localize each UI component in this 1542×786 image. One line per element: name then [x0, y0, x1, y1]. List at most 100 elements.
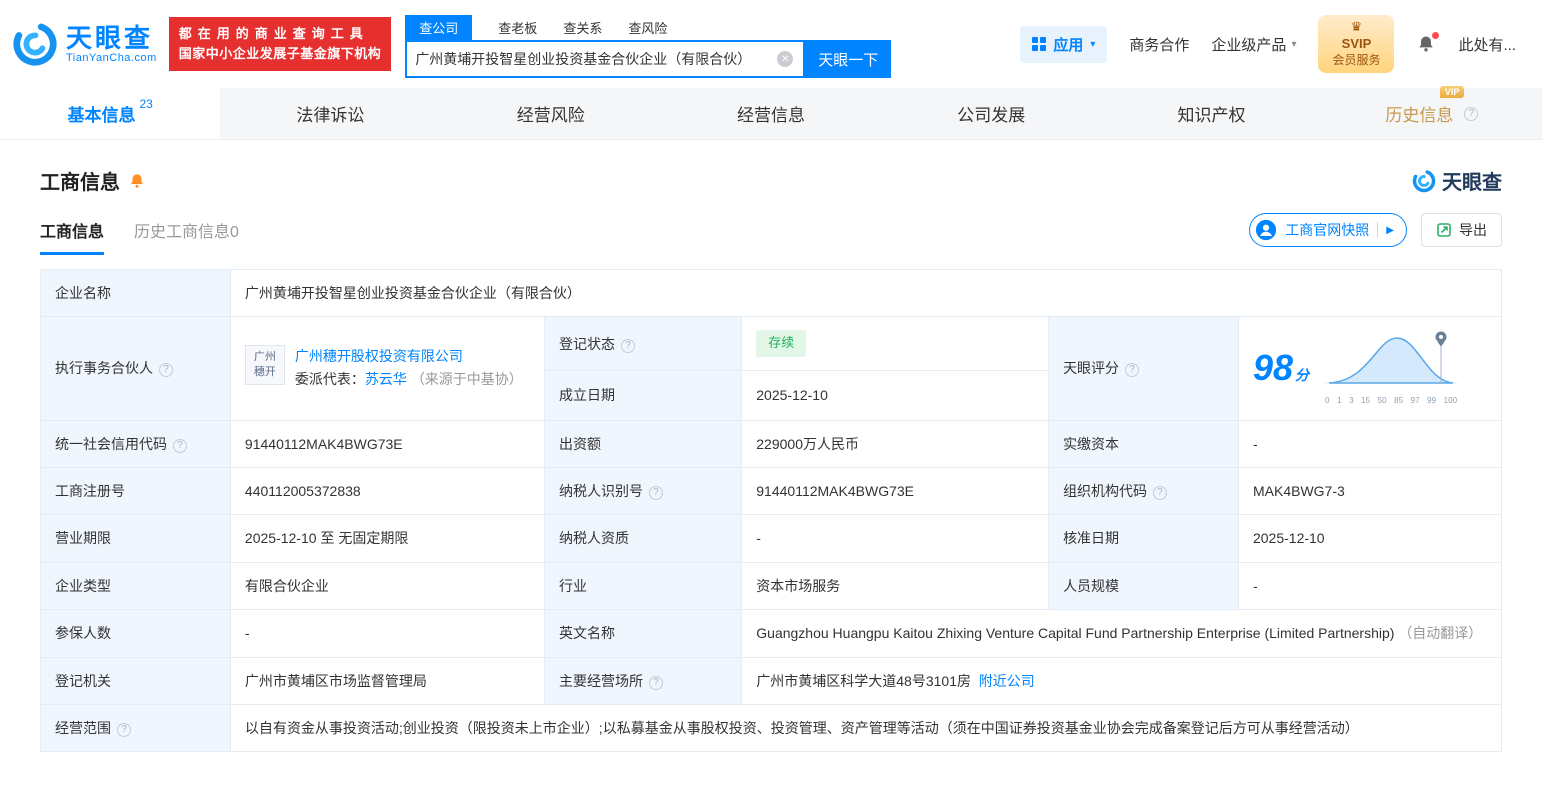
value-registration-status: 存续	[741, 316, 1050, 372]
value-executive-partner: 广州 穗开 广州穗开股权投资有限公司 委派代表：苏云华 （来源于中基协）	[229, 316, 546, 421]
representative-link[interactable]: 苏云华	[365, 371, 407, 387]
search-tab-boss[interactable]: 查老板	[498, 18, 537, 37]
tab-business-info[interactable]: 经营信息	[661, 88, 881, 139]
chevron-down-icon: ▾	[1291, 38, 1297, 50]
label-industry: 行业	[544, 561, 743, 611]
value-insured-count: -	[229, 609, 546, 658]
value-business-scope: 以自有资金从事投资活动;创业投资（限投资未上市企业）;以私募基金从事股权投资、投…	[229, 703, 1503, 753]
logo-swirl-icon	[1412, 169, 1436, 192]
value-business-address: 广州市黄埔区科学大道48号3101房 附近公司	[741, 656, 1502, 705]
enterprise-products-menu[interactable]: 企业级产品 ▾	[1211, 34, 1296, 55]
notification-dot	[1432, 32, 1440, 39]
label-staff-size: 人员规模	[1048, 561, 1239, 611]
search-input[interactable]	[407, 51, 778, 67]
search-tab-company[interactable]: 查公司	[405, 14, 473, 40]
subtab-business-registration[interactable]: 工商信息	[40, 218, 105, 255]
rep-source-note: （来源于中基协）	[410, 371, 523, 388]
value-establish-date: 2025-12-10	[741, 370, 1050, 421]
label-approval-date: 核准日期	[1048, 514, 1239, 563]
label-business-address: 主要经营场所?	[544, 656, 743, 705]
export-button[interactable]: 导出	[1421, 213, 1502, 247]
chevron-down-icon: ▾	[1090, 38, 1096, 50]
score-axis-labels: 01 3 15 50 85 97 99 100	[1325, 395, 1458, 405]
help-icon[interactable]: ?	[649, 485, 664, 500]
main-content: 工商信息 天眼查 工商信息 历史工商信息0 工商官网快照 ▶ 导出 企业名称 广…	[0, 166, 1542, 753]
logo-swirl-icon	[13, 22, 57, 66]
subscribe-bell-icon[interactable]	[128, 172, 146, 190]
label-taxpayer-qualification: 纳税人资质	[544, 514, 743, 563]
search-button[interactable]: 天眼一下	[805, 40, 892, 78]
help-icon[interactable]: ?	[1153, 485, 1168, 500]
help-icon[interactable]: ?	[1464, 106, 1479, 121]
value-paid-capital: -	[1237, 419, 1503, 468]
apps-menu[interactable]: 应用 ▾	[1020, 25, 1108, 63]
help-icon[interactable]: ?	[173, 438, 187, 453]
tab-company-development[interactable]: 公司发展	[881, 88, 1101, 139]
label-business-scope: 经营范围?	[40, 703, 231, 753]
table-row: 统一社会信用代码? 91440112MAK4BWG73E 出资额 229000万…	[40, 419, 1503, 468]
value-org-code: MAK4BWG7-3	[1237, 466, 1503, 516]
status-badge: 存续	[756, 330, 807, 358]
tab-legal-proceedings[interactable]: 法律诉讼	[220, 88, 440, 139]
value-taxpayer-qualification: -	[741, 514, 1050, 563]
nearby-companies-link[interactable]: 附近公司	[979, 673, 1035, 689]
notification-bell-icon[interactable]	[1416, 32, 1440, 54]
partner-company-link[interactable]: 广州穗开股权投资有限公司	[295, 348, 463, 364]
help-icon[interactable]: ?	[159, 363, 173, 378]
search-tab-risk[interactable]: 查风险	[628, 18, 667, 37]
label-taxpayer-id: 纳税人识别号?	[544, 466, 743, 516]
arrow-right-icon: ▶	[1377, 222, 1394, 238]
auto-translate-note: （自动翻译）	[1398, 625, 1483, 642]
search-tabs: 查公司 查老板 查关系 查风险	[405, 14, 891, 40]
value-company-type: 有限合伙企业	[229, 561, 546, 611]
business-info-table: 企业名称 广州黄埔开投智星创业投资基金合伙企业（有限合伙） 执行事务合伙人? 广…	[40, 268, 1503, 753]
value-taxpayer-id: 91440112MAK4BWG73E	[741, 466, 1050, 516]
label-org-code: 组织机构代码?	[1048, 466, 1239, 516]
value-capital: 229000万人民币	[741, 419, 1050, 468]
person-icon	[1256, 219, 1277, 241]
value-industry: 资本市场服务	[741, 561, 1050, 611]
business-cooperation-link[interactable]: 商务合作	[1129, 34, 1189, 55]
label-credit-code: 统一社会信用代码?	[40, 419, 231, 468]
help-icon[interactable]: ?	[1125, 363, 1140, 378]
label-english-name: 英文名称	[544, 609, 743, 658]
tianyancha-logo[interactable]: 天眼查 TianYanCha.com	[12, 21, 157, 67]
table-row: 企业类型 有限合伙企业 行业 资本市场服务 人员规模 -	[40, 561, 1503, 611]
value-business-term: 2025-12-10 至 无固定期限	[229, 514, 546, 563]
user-account[interactable]: 此处有...	[1458, 34, 1516, 55]
value-registration-number: 440112005372838	[229, 466, 546, 516]
partner-logo: 广州 穗开	[244, 344, 285, 385]
label-capital: 出资额	[544, 419, 743, 468]
label-company-type: 企业类型	[40, 561, 231, 611]
search-box: ✕	[405, 40, 806, 78]
company-nav-tabs: 基本信息 23 法律诉讼 经营风险 经营信息 公司发展 知识产权 VIP 历史信…	[0, 86, 1542, 140]
tab-basic-info[interactable]: 基本信息 23	[0, 88, 221, 139]
value-staff-size: -	[1237, 561, 1503, 611]
label-paid-capital: 实缴资本	[1048, 419, 1239, 468]
logo-text-cn: 天眼查	[66, 22, 154, 53]
promo-banner: 都在用的商业查询工具 国家中小企业发展子基金旗下机构	[168, 16, 392, 72]
label-business-term: 营业期限	[40, 514, 231, 563]
help-icon[interactable]: ?	[621, 338, 636, 353]
export-icon	[1437, 223, 1451, 237]
help-icon[interactable]: ?	[649, 675, 664, 690]
value-english-name: Guangzhou Huangpu Kaitou Zhixing Venture…	[741, 609, 1502, 658]
subtab-history-registration[interactable]: 历史工商信息0	[134, 218, 239, 255]
help-icon[interactable]: ?	[117, 722, 131, 737]
search-tab-relation[interactable]: 查关系	[563, 18, 602, 37]
label-insured-count: 参保人数	[40, 609, 231, 658]
logo-text-en: TianYanCha.com	[66, 52, 157, 65]
table-row: 营业期限 2025-12-10 至 无固定期限 纳税人资质 - 核准日期 202…	[40, 514, 1503, 563]
table-row: 工商注册号 440112005372838 纳税人识别号? 91440112MA…	[40, 466, 1503, 516]
official-snapshot-button[interactable]: 工商官网快照 ▶	[1249, 213, 1407, 247]
table-row: 登记机关 广州市黄埔区市场监督管理局 主要经营场所? 广州市黄埔区科学大道48号…	[40, 656, 1502, 705]
tab-operational-risk[interactable]: 经营风险	[441, 88, 661, 139]
tab-intellectual-property[interactable]: 知识产权	[1101, 88, 1321, 139]
clear-search-icon[interactable]: ✕	[777, 51, 794, 67]
label-registration-authority: 登记机关	[40, 656, 231, 705]
table-row: 参保人数 - 英文名称 Guangzhou Huangpu Kaitou Zhi…	[40, 609, 1502, 658]
svip-membership-button[interactable]: ♛ SVIP 会员服务	[1318, 15, 1395, 73]
value-tianyan-score: 98 分 01 3 15 50 85 97 99 100	[1237, 316, 1503, 421]
tab-history-info[interactable]: VIP 历史信息 ?	[1322, 86, 1542, 139]
table-row: 企业名称 广州黄埔开投智星创业投资基金合伙企业（有限合伙）	[40, 268, 1503, 318]
